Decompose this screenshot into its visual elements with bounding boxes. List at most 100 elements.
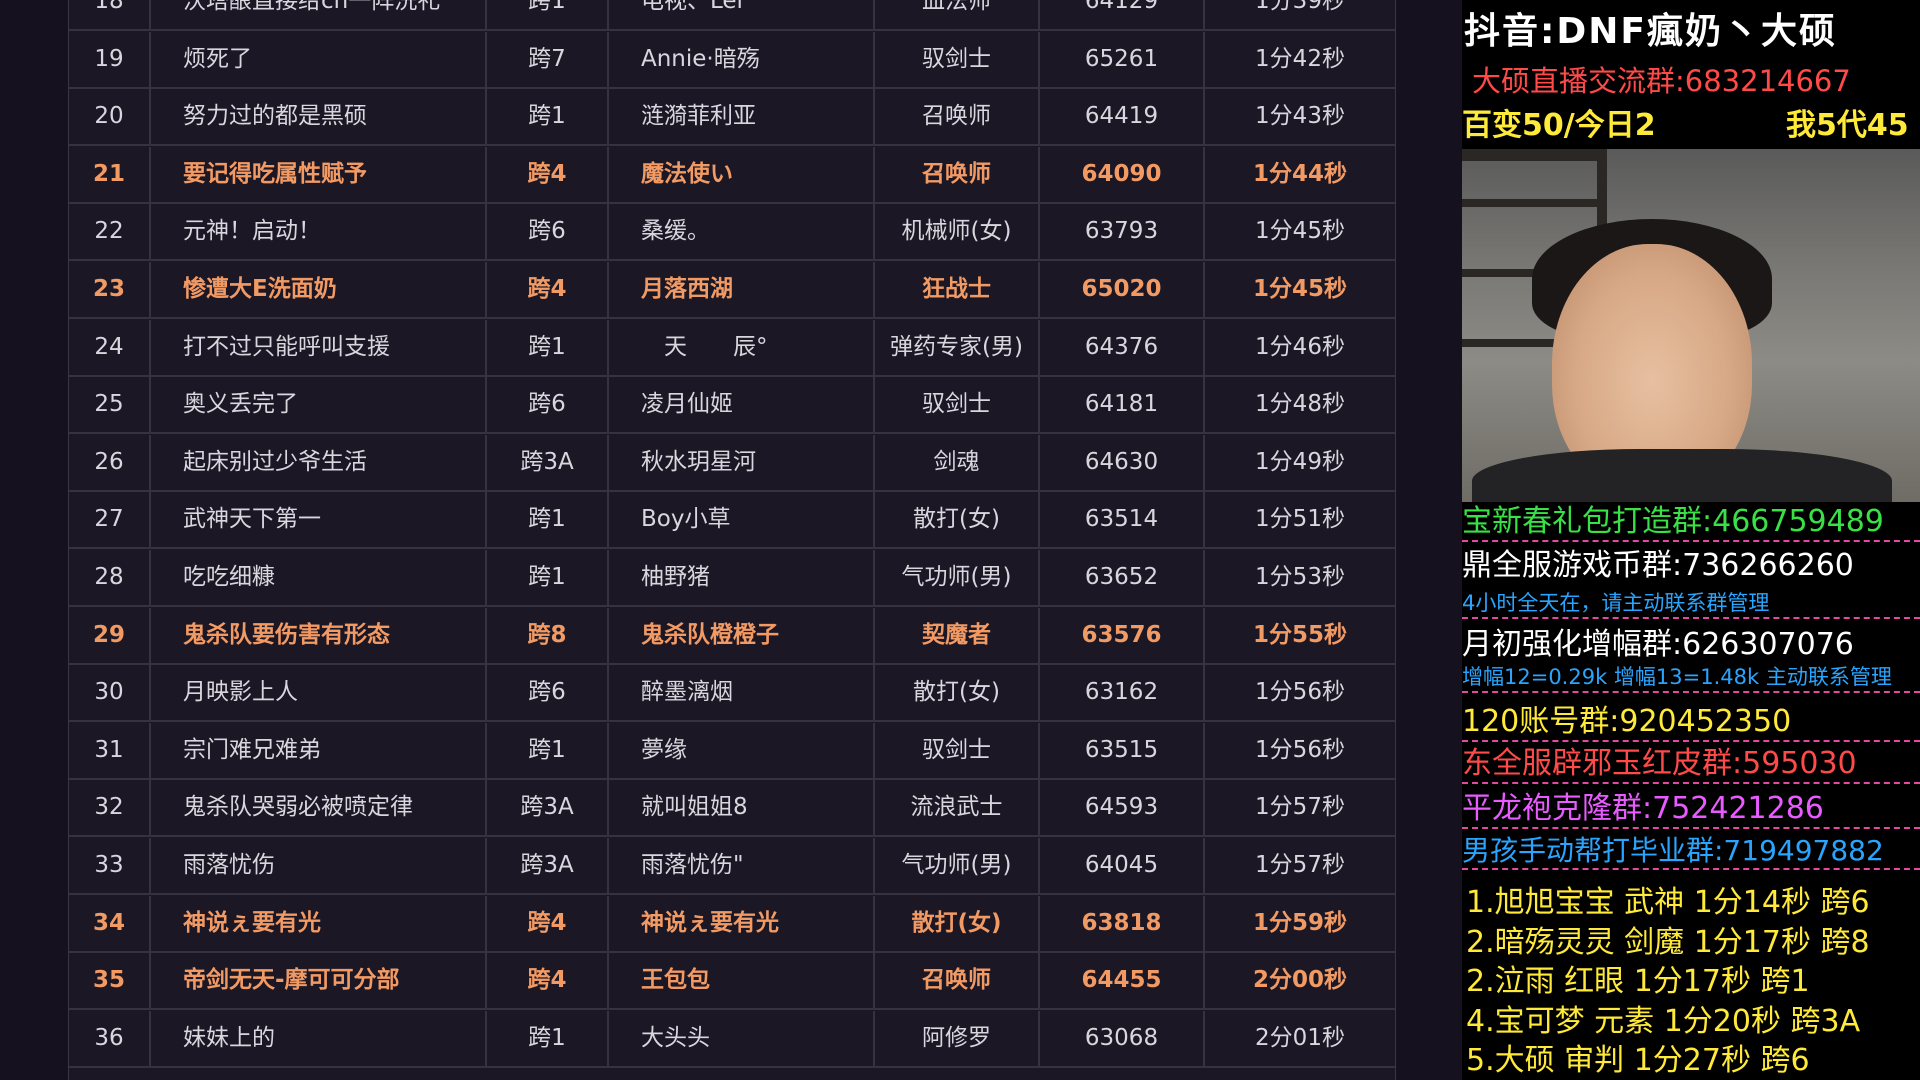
server-cell: 跨1 [487, 722, 609, 778]
rank-cell: 33 [69, 838, 151, 893]
rank-cell: 30 [69, 665, 151, 721]
team-cell: 打不过只能呼叫支援 [151, 319, 487, 375]
time-cell: 1分56秒 [1255, 736, 1345, 763]
time-cell: 1分51秒 [1255, 506, 1345, 533]
class-cell: 气功师(男) [875, 838, 1040, 893]
class-cell: 弹药专家(男) [875, 319, 1040, 375]
server-cell: 跨4 [487, 953, 609, 1009]
rank-cell: 32 [69, 780, 151, 836]
player-cell: 大头头 [609, 1010, 875, 1066]
rank-cell: 22 [69, 204, 151, 260]
player-cell: 夢缘 [609, 722, 875, 778]
class-cell: 气功师(男) [875, 550, 1040, 605]
class-cell: 散打(女) [875, 492, 1040, 548]
table-row: 28 吃吃细糠 跨1 柚野猪 气功师(男) 63652 1分53秒 [69, 550, 1395, 607]
table-row: 26 起床别过少爷生活 跨3A 秋水玥星河 剑魂 64630 1分49秒 [69, 434, 1395, 492]
class-cell: 驭剑士 [875, 377, 1040, 433]
player-cell: Boy小草 [609, 492, 875, 548]
player-cell: 涟漪菲利亚 [609, 89, 875, 145]
table-row: 31 宗门难兄难弟 跨1 夢缘 驭剑士 63515 1分56秒 [69, 722, 1395, 780]
player-cell: 月落西湖 [609, 262, 875, 317]
player-cell: 魔法使い [609, 146, 875, 202]
team-cell: 元神！启动！ [151, 204, 487, 260]
server-cell: 跨1 [487, 89, 609, 145]
rank-cell: 34 [69, 895, 151, 951]
ad-line: 东全服辟邪玉红皮群:595030 [1462, 746, 1920, 784]
stat-left: 百变50/今日2 [1462, 108, 1656, 143]
class-cell: 召唤师 [875, 953, 1040, 1009]
time-cell: 1分55秒 [1252, 621, 1347, 648]
rank-cell: 18 [69, 0, 151, 29]
class-cell: 驭剑士 [875, 722, 1040, 778]
player-cell: 就叫姐姐8 [609, 780, 875, 836]
webcam-feed [1462, 149, 1920, 502]
team-cell: 吃吃细糠 [151, 550, 487, 605]
server-cell: 跨3A [487, 838, 609, 893]
server-cell: 跨1 [487, 550, 609, 605]
player-cell: 天 辰° [609, 319, 875, 375]
rank-cell: 28 [69, 550, 151, 605]
leaderboard-entry: 1.旭旭宝宝 武神 1分14秒 跨6 [1466, 885, 1870, 920]
team-cell: 起床别过少爷生活 [151, 434, 487, 490]
ad-line: 增幅12=0.29k 增幅13=1.48k 主动联系管理 [1462, 664, 1920, 693]
ad-line: 平龙袍克隆群:752421286 [1462, 791, 1920, 829]
class-cell: 机械师(女) [875, 204, 1040, 260]
stream-overlay-panel: 抖音:DNF瘋奶丶大硕 大硕直播交流群:683214667 百变50/今日2 我… [1462, 0, 1920, 1080]
rank-cell: 25 [69, 377, 151, 433]
score-cell: 64376 [1040, 319, 1205, 375]
team-cell: 烦死了 [151, 31, 487, 87]
time-cell: 1分57秒 [1255, 794, 1345, 821]
table-row: 22 元神！启动！ 跨6 桑缓。 机械师(女) 63793 1分45秒 [69, 204, 1395, 262]
class-cell: 剑魂 [875, 434, 1040, 490]
server-cell: 跨6 [487, 377, 609, 433]
table-row: 21 要记得吃属性赋予 跨4 魔法使い 召唤师 64090 1分44秒 [69, 146, 1395, 204]
score-cell: 65020 [1040, 262, 1205, 317]
score-cell: 63068 [1040, 1010, 1205, 1066]
server-cell: 跨1 [487, 1010, 609, 1066]
ad-line: 月初强化增幅群:626307076 [1462, 627, 1854, 662]
time-cell: 1分43秒 [1255, 103, 1345, 130]
table-row: 20 努力过的都是黑硕 跨1 涟漪菲利亚 召唤师 64419 1分43秒 [69, 89, 1395, 147]
player-cell: 秋水玥星河 [609, 434, 875, 490]
ad-line: 宝新春礼包打造群:466759489 [1462, 504, 1920, 542]
player-cell: 鬼杀队橙橙子 [609, 607, 875, 663]
table-row: 24 打不过只能呼叫支援 跨1 天 辰° 弹药专家(男) 64376 1分46秒 [69, 319, 1395, 377]
class-cell: 召唤师 [875, 146, 1040, 202]
ranking-table: 18 沃塔酿直接给ch一阵洗礼 跨1 电视、Lel 血法师 64129 1分39秒 19 烦死了… [68, 0, 1396, 1080]
rank-cell: 26 [69, 434, 151, 490]
time-cell: 1分57秒 [1255, 852, 1345, 878]
time-cell: 1分53秒 [1255, 564, 1345, 590]
score-cell: 64045 [1040, 838, 1205, 893]
player-cell: 柚野猪 [609, 550, 875, 605]
time-cell: 1分42秒 [1255, 45, 1345, 72]
score-cell: 63515 [1040, 722, 1205, 778]
time-cell: 1分48秒 [1255, 391, 1345, 418]
leaderboard-entry: 5.大硕 审判 1分27秒 跨6 [1466, 1043, 1810, 1078]
score-cell: 64593 [1040, 780, 1205, 836]
time-cell: 1分45秒 [1255, 218, 1345, 245]
stat-right: 我5代45 [1786, 108, 1909, 143]
player-cell: 雨落忧伤" [609, 838, 875, 893]
score-cell: 63576 [1040, 607, 1205, 663]
time-cell: 1分45秒 [1252, 276, 1347, 302]
server-cell: 跨6 [487, 204, 609, 260]
rank-cell: 36 [69, 1010, 151, 1066]
team-cell: 妹妹上的 [151, 1010, 487, 1066]
team-cell: 雨落忧伤 [151, 838, 487, 893]
leaderboard-entry: 4.宝可梦 元素 1分20秒 跨3A [1466, 1003, 1861, 1039]
leaderboard-entry: 2.暗殇灵灵 剑魔 1分17秒 跨8 [1466, 924, 1870, 960]
class-cell: 阿修罗 [875, 1010, 1040, 1066]
ad-line: 男孩手动帮打毕业群:719497882 [1462, 834, 1920, 870]
rank-cell: 23 [69, 262, 151, 317]
team-cell: 武神天下第一 [151, 492, 487, 548]
server-cell: 跨7 [487, 31, 609, 87]
class-cell: 散打(女) [875, 895, 1040, 951]
player-cell: Annie·暗殇 [609, 31, 875, 87]
server-cell: 跨4 [487, 895, 609, 951]
time-cell: 2分00秒 [1252, 967, 1347, 994]
qq-group-info: 大硕直播交流群:683214667 [1472, 64, 1851, 98]
team-cell: 鬼杀队哭弱必被喷定律 [151, 780, 487, 836]
score-cell: 64455 [1040, 953, 1205, 1009]
player-cell: 凌月仙姬 [609, 377, 875, 433]
leaderboard-entry: 2.泣雨 红眼 1分17秒 跨1 [1466, 964, 1810, 999]
